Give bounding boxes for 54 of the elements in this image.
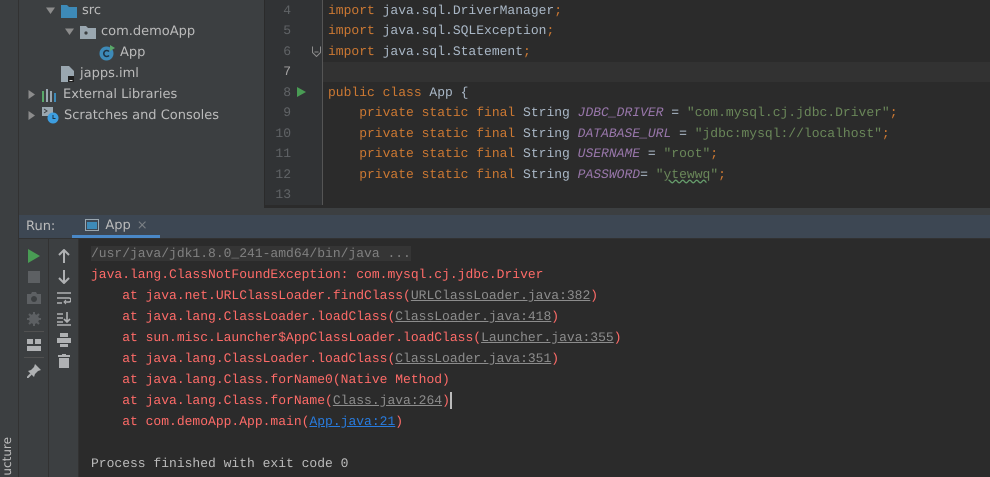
- source-link[interactable]: URLClassLoader.java:382: [410, 288, 590, 303]
- console-line: Process finished with exit code 0: [91, 456, 348, 471]
- layout-icon[interactable]: [26, 338, 40, 350]
- tree-item[interactable]: src: [19, 0, 264, 21]
- run-label: Run:: [25, 218, 56, 236]
- console-icon: [85, 219, 100, 231]
- code-line: private static final String USERNAME = "root";: [358, 146, 718, 162]
- expanded-arrow-icon[interactable]: [64, 27, 74, 36]
- soft-wrap-icon[interactable]: [56, 290, 70, 304]
- file-icon: [61, 66, 75, 82]
- console-line: at java.lang.ClassLoader.loadClass(ClassLoader.java:351): [121, 351, 560, 366]
- trash-icon[interactable]: [58, 354, 70, 368]
- code-line: public class App {: [328, 84, 468, 100]
- code-line: private static final String JDBC_DRIVER = "com.mysql.cj.jdbc.Driver";: [358, 105, 898, 120]
- source-link[interactable]: Class.java:264: [332, 393, 442, 408]
- tool-window-label[interactable]: ucture: [0, 437, 18, 477]
- print-icon[interactable]: [56, 332, 70, 346]
- run-icon[interactable]: [296, 87, 306, 98]
- tree-item[interactable]: External Libraries: [19, 84, 264, 105]
- console-line: at java.lang.ClassLoader.loadClass(ClassLoader.java:418): [121, 309, 560, 324]
- console-line: at java.lang.Class.forName0(Native Method): [121, 372, 450, 387]
- expanded-arrow-icon[interactable]: [46, 6, 54, 15]
- code-line: private static final String PASSWORD= "ytewwq";: [358, 166, 726, 182]
- line-number: 7: [282, 64, 291, 80]
- up-arrow-icon[interactable]: [58, 248, 70, 262]
- package-folder-icon: [80, 24, 96, 38]
- code-line: import java.sql.SQLException;: [328, 23, 554, 38]
- class-icon: [99, 44, 115, 60]
- down-arrow-icon[interactable]: [58, 270, 70, 284]
- collapsed-arrow-icon[interactable]: [26, 111, 36, 120]
- fold-icon[interactable]: [312, 46, 320, 57]
- collapsed-arrow-icon[interactable]: [26, 90, 36, 99]
- console-line: at sun.misc.Launcher$AppClassLoader.loadClass(Launcher.java:355): [121, 330, 622, 345]
- source-link[interactable]: ClassLoader.java:418: [395, 309, 552, 324]
- libraries-icon: [42, 88, 58, 102]
- folder-icon: [61, 4, 77, 18]
- scratches-icon: [42, 107, 59, 124]
- tree-item[interactable]: com.demoApp: [19, 21, 264, 42]
- tree-item[interactable]: Scratches and Consoles: [19, 105, 264, 126]
- pin-icon[interactable]: [26, 364, 40, 378]
- console-line: at java.lang.Class.forName(Class.java:264): [121, 393, 450, 408]
- console-line: java.lang.ClassNotFoundException: com.mysql.cj.jdbc.Driver: [91, 267, 544, 282]
- tree-item[interactable]: App: [19, 42, 264, 63]
- run-icon[interactable]: [28, 248, 40, 262]
- source-link[interactable]: App.java:21: [309, 414, 396, 429]
- tree-item[interactable]: japps.iml: [19, 63, 264, 84]
- source-link[interactable]: ClassLoader.java:351: [395, 351, 552, 366]
- code-line: import java.sql.Statement;: [328, 44, 531, 59]
- scroll-to-end-icon[interactable]: [56, 312, 70, 326]
- console-line: at java.net.URLClassLoader.findClass(URLClassLoader.java:382): [121, 288, 598, 303]
- code-line: import java.sql.DriverManager;: [328, 2, 562, 18]
- code-line: private static final String DATABASE_URL = "jdbc:mysql://localhost";: [358, 126, 890, 141]
- console-line: at com.demoApp.App.main(App.java:21): [121, 414, 404, 429]
- source-link[interactable]: Launcher.java:355: [481, 330, 614, 345]
